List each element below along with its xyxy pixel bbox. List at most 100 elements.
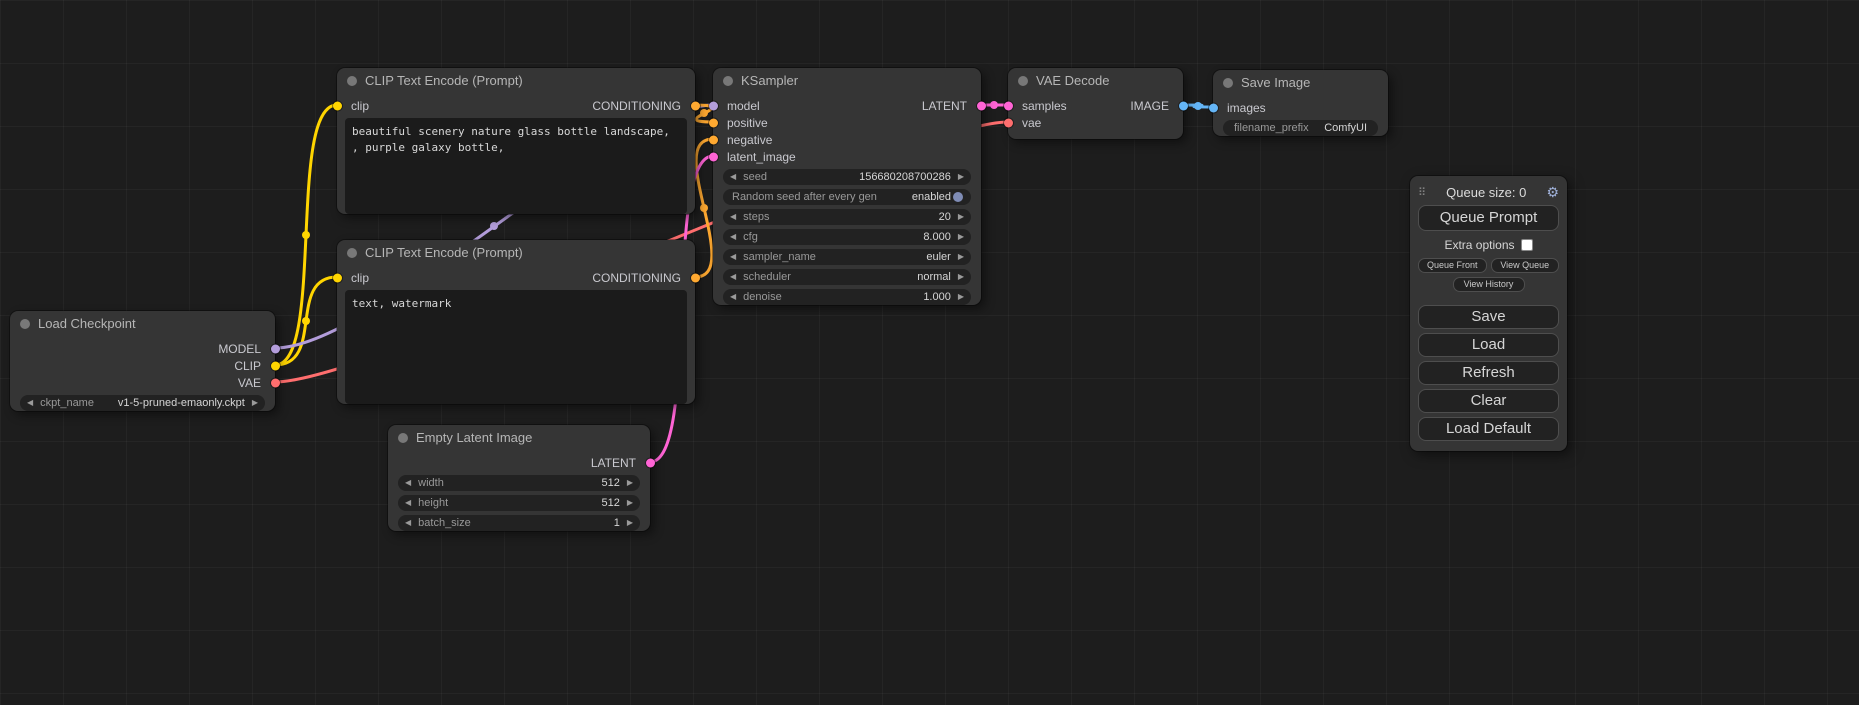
- increment-arrow-icon[interactable]: ▶: [958, 253, 964, 261]
- decrement-arrow-icon[interactable]: ◀: [405, 479, 411, 487]
- increment-arrow-icon[interactable]: ▶: [252, 399, 258, 407]
- positive-input-port[interactable]: [709, 118, 718, 127]
- node-save-image[interactable]: Save Image images filename_prefix ComfyU…: [1213, 70, 1388, 136]
- node-title-label: Empty Latent Image: [416, 430, 532, 445]
- load-default-button[interactable]: Load Default: [1418, 417, 1559, 441]
- clip-output-port[interactable]: [271, 361, 280, 370]
- height-widget[interactable]: ◀ height 512 ▶: [398, 495, 640, 511]
- node-load-checkpoint[interactable]: Load Checkpoint MODEL CLIP VAE ◀ ckpt_na…: [10, 311, 275, 411]
- width-widget[interactable]: ◀ width 512 ▶: [398, 475, 640, 491]
- increment-arrow-icon[interactable]: ▶: [958, 233, 964, 241]
- decrement-arrow-icon[interactable]: ◀: [27, 399, 33, 407]
- refresh-button[interactable]: Refresh: [1418, 361, 1559, 385]
- slot-row-images: images: [1213, 99, 1388, 116]
- decrement-arrow-icon[interactable]: ◀: [730, 233, 736, 241]
- node-vae-decode[interactable]: VAE Decode samples IMAGE vae: [1008, 68, 1183, 139]
- increment-arrow-icon[interactable]: ▶: [958, 173, 964, 181]
- increment-arrow-icon[interactable]: ▶: [958, 213, 964, 221]
- output-label: VAE: [238, 376, 261, 390]
- clip-input-port[interactable]: [333, 273, 342, 282]
- widget-value: v1-5-pruned-emaonly.ckpt: [118, 397, 245, 409]
- ckpt-name-widget[interactable]: ◀ ckpt_name v1-5-pruned-emaonly.ckpt ▶: [20, 395, 265, 411]
- batch-size-widget[interactable]: ◀ batch_size 1 ▶: [398, 515, 640, 531]
- images-input-port[interactable]: [1209, 103, 1218, 112]
- input-label: positive: [727, 116, 768, 130]
- slot-row: clip CONDITIONING: [337, 269, 695, 286]
- queue-prompt-button[interactable]: Queue Prompt: [1418, 205, 1559, 231]
- negative-prompt-textarea[interactable]: text, watermark: [345, 290, 687, 404]
- extra-options-checkbox[interactable]: [1521, 239, 1533, 251]
- node-clip-text-encode-positive[interactable]: CLIP Text Encode (Prompt) clip CONDITION…: [337, 68, 695, 214]
- node-title-bar[interactable]: Load Checkpoint: [10, 311, 275, 336]
- widget-label: ckpt_name: [40, 397, 94, 409]
- increment-arrow-icon[interactable]: ▶: [958, 293, 964, 301]
- conditioning-output-port[interactable]: [691, 273, 700, 282]
- node-title-bar[interactable]: VAE Decode: [1008, 68, 1183, 93]
- collapse-dot-icon[interactable]: [347, 248, 357, 258]
- filename-prefix-widget[interactable]: filename_prefix ComfyUI: [1223, 120, 1378, 136]
- vae-output-port[interactable]: [271, 378, 280, 387]
- conditioning-output-port[interactable]: [691, 101, 700, 110]
- sampler-name-widget[interactable]: ◀ sampler_name euler ▶: [723, 249, 971, 265]
- increment-arrow-icon[interactable]: ▶: [958, 273, 964, 281]
- decrement-arrow-icon[interactable]: ◀: [405, 519, 411, 527]
- collapse-dot-icon[interactable]: [20, 319, 30, 329]
- drag-handle-icon[interactable]: ⠿: [1418, 186, 1426, 199]
- collapse-dot-icon[interactable]: [398, 433, 408, 443]
- decrement-arrow-icon[interactable]: ◀: [730, 273, 736, 281]
- increment-arrow-icon[interactable]: ▶: [627, 499, 633, 507]
- node-clip-text-encode-negative[interactable]: CLIP Text Encode (Prompt) clip CONDITION…: [337, 240, 695, 404]
- decrement-arrow-icon[interactable]: ◀: [730, 293, 736, 301]
- node-empty-latent-image[interactable]: Empty Latent Image LATENT ◀ width 512 ▶ …: [388, 425, 650, 531]
- toggle-dot-icon[interactable]: [953, 192, 963, 202]
- decrement-arrow-icon[interactable]: ◀: [730, 253, 736, 261]
- node-title-bar[interactable]: Save Image: [1213, 70, 1388, 95]
- collapse-dot-icon[interactable]: [1223, 78, 1233, 88]
- increment-arrow-icon[interactable]: ▶: [627, 479, 633, 487]
- input-label: images: [1227, 101, 1266, 115]
- vae-input-port[interactable]: [1004, 118, 1013, 127]
- scheduler-widget[interactable]: ◀ scheduler normal ▶: [723, 269, 971, 285]
- settings-gear-icon[interactable]: ⚙: [1546, 185, 1559, 199]
- decrement-arrow-icon[interactable]: ◀: [730, 173, 736, 181]
- extra-options-row: Extra options: [1418, 237, 1559, 253]
- wire-midpoint-dot: [700, 109, 708, 117]
- denoise-widget[interactable]: ◀ denoise 1.000 ▶: [723, 289, 971, 305]
- samples-input-port[interactable]: [1004, 101, 1013, 110]
- decrement-arrow-icon[interactable]: ◀: [405, 499, 411, 507]
- queue-front-button[interactable]: Queue Front: [1418, 258, 1487, 273]
- load-button[interactable]: Load: [1418, 333, 1559, 357]
- save-button[interactable]: Save: [1418, 305, 1559, 329]
- node-title-bar[interactable]: CLIP Text Encode (Prompt): [337, 240, 695, 265]
- negative-input-port[interactable]: [709, 135, 718, 144]
- latent-output-port[interactable]: [646, 458, 655, 467]
- model-output-port[interactable]: [271, 344, 280, 353]
- image-output-port[interactable]: [1179, 101, 1188, 110]
- latent-image-input-port[interactable]: [709, 152, 718, 161]
- node-title-bar[interactable]: Empty Latent Image: [388, 425, 650, 450]
- queue-panel[interactable]: ⠿ Queue size: 0 ⚙ Queue Prompt Extra opt…: [1410, 176, 1567, 451]
- widget-label: denoise: [743, 291, 782, 303]
- collapse-dot-icon[interactable]: [723, 76, 733, 86]
- cfg-widget[interactable]: ◀ cfg 8.000 ▶: [723, 229, 971, 245]
- model-input-port[interactable]: [709, 101, 718, 110]
- collapse-dot-icon[interactable]: [1018, 76, 1028, 86]
- node-title-bar[interactable]: CLIP Text Encode (Prompt): [337, 68, 695, 93]
- view-history-button[interactable]: View History: [1453, 277, 1525, 292]
- decrement-arrow-icon[interactable]: ◀: [730, 213, 736, 221]
- clear-button[interactable]: Clear: [1418, 389, 1559, 413]
- seed-widget[interactable]: ◀ seed 156680208700286 ▶: [723, 169, 971, 185]
- view-queue-button[interactable]: View Queue: [1491, 258, 1560, 273]
- widget-label: scheduler: [743, 271, 791, 283]
- input-label: latent_image: [727, 150, 796, 164]
- positive-prompt-textarea[interactable]: beautiful scenery nature glass bottle la…: [345, 118, 687, 214]
- node-title-bar[interactable]: KSampler: [713, 68, 981, 93]
- node-ksampler[interactable]: KSampler model LATENT positive negative …: [713, 68, 981, 305]
- latent-output-port[interactable]: [977, 101, 986, 110]
- increment-arrow-icon[interactable]: ▶: [627, 519, 633, 527]
- steps-widget[interactable]: ◀ steps 20 ▶: [723, 209, 971, 225]
- random-seed-toggle-widget[interactable]: Random seed after every gen enabled: [723, 189, 971, 205]
- node-graph-canvas[interactable]: Load Checkpoint MODEL CLIP VAE ◀ ckpt_na…: [0, 0, 1859, 705]
- clip-input-port[interactable]: [333, 101, 342, 110]
- collapse-dot-icon[interactable]: [347, 76, 357, 86]
